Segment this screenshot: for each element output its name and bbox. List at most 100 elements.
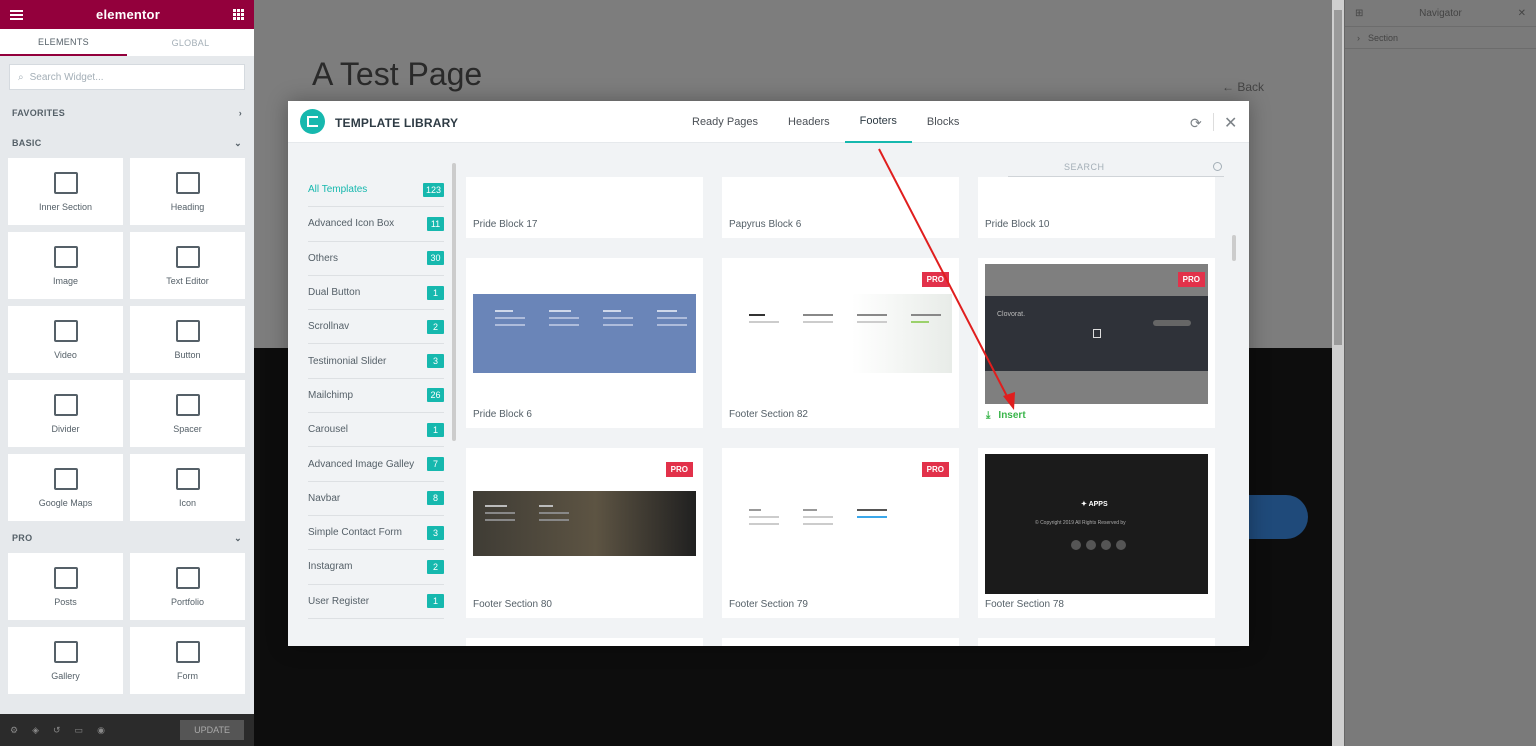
widget-heading[interactable]: Heading — [130, 158, 245, 225]
elementor-logo: elementor — [96, 7, 160, 22]
template-card[interactable] — [466, 638, 703, 646]
category-label: Advanced Image Galley — [308, 458, 415, 470]
button-icon — [175, 319, 200, 342]
widget-inner-section[interactable]: Inner Section — [8, 158, 123, 225]
widgets-grid-icon[interactable] — [233, 9, 244, 20]
category-testimonial-slider[interactable]: Testimonial Slider 3 — [308, 344, 444, 379]
category-others[interactable]: Others 30 — [308, 242, 444, 276]
widget-label: Icon — [178, 497, 196, 508]
modal-header: TEMPLATE LIBRARY Ready Pages Headers Foo… — [288, 101, 1249, 143]
category-simple-contact-form[interactable]: Simple Contact Form 3 — [308, 516, 444, 551]
navigator-item-section[interactable]: › Section — [1345, 27, 1536, 49]
widget-spacer[interactable]: Spacer — [130, 380, 245, 447]
settings-icon[interactable]: ⚙ — [10, 725, 18, 736]
category-basic-label: BASIC — [12, 138, 42, 148]
category-basic[interactable]: BASIC ⌄ — [0, 128, 254, 158]
category-advanced-icon-box[interactable]: Advanced Icon Box 11 — [308, 207, 444, 242]
hamburger-menu-icon[interactable] — [10, 9, 23, 20]
close-icon[interactable]: ✕ — [1518, 8, 1526, 19]
widget-label: Divider — [51, 423, 80, 434]
category-all-templates[interactable]: All Templates 123 — [308, 173, 444, 208]
category-scrollnav[interactable]: Scrollnav 2 — [308, 310, 444, 345]
basic-widgets-grid: Inner Section Heading Image Text Editor … — [0, 158, 254, 521]
template-card[interactable] — [978, 638, 1215, 646]
template-card[interactable]: Papyrus Block 6 — [722, 177, 959, 238]
preview-eye-icon[interactable]: ◉ — [97, 725, 105, 736]
template-thumbnail: ✦ APPS © Copyright 2019 All Rights Reser… — [985, 454, 1208, 594]
caret-right-icon: › — [1357, 32, 1360, 43]
widget-icon[interactable]: Icon — [130, 454, 245, 521]
expand-all-icon[interactable]: ⊞ — [1355, 8, 1363, 19]
template-thumbnail — [729, 294, 952, 373]
widget-video[interactable]: Video — [8, 306, 123, 373]
chevron-down-icon: ⌄ — [234, 532, 242, 543]
columns-icon — [53, 171, 78, 194]
refresh-icon[interactable]: ⟳ — [1190, 115, 1202, 132]
category-mailchimp[interactable]: Mailchimp 26 — [308, 379, 444, 414]
template-card[interactable]: PRO Footer Section 80 — [466, 448, 703, 618]
categories-scrollbar[interactable] — [452, 163, 456, 441]
template-card-title: Footer Section 78 — [985, 599, 1064, 610]
widget-divider[interactable]: Divider — [8, 380, 123, 447]
category-carousel[interactable]: Carousel 1 — [308, 413, 444, 448]
template-card[interactable]: PRO Footer Section 79 — [722, 448, 959, 618]
template-card[interactable]: Clovorat. PRO ⤓ Insert — [978, 258, 1215, 428]
category-label: All Templates — [308, 184, 368, 196]
template-card-title: Footer Section 80 — [473, 599, 552, 610]
form-icon — [175, 640, 200, 663]
category-instagram[interactable]: Instagram 2 — [308, 550, 444, 585]
template-card[interactable] — [722, 638, 959, 646]
panel-tabs: ELEMENTS GLOBAL — [0, 29, 254, 56]
category-label: User Register — [308, 595, 370, 607]
back-link[interactable]: ← Back — [1222, 80, 1264, 94]
category-user-register[interactable]: User Register 1 — [308, 585, 444, 619]
widget-label: Portfolio — [170, 596, 205, 607]
panel-footer: ⚙ ◈ ↺ ▭ ◉ UPDATE — [0, 714, 254, 746]
tab-ready-pages[interactable]: Ready Pages — [677, 101, 773, 143]
layers-icon[interactable]: ◈ — [32, 725, 39, 736]
insert-template-button[interactable]: ⤓ Insert — [986, 410, 1026, 421]
category-label: Instagram — [308, 561, 353, 573]
thumbnail-apps-text: APPS — [1088, 501, 1108, 508]
widget-form[interactable]: Form — [130, 627, 245, 694]
widget-portfolio[interactable]: Portfolio — [130, 553, 245, 620]
widget-text-editor[interactable]: Text Editor — [130, 232, 245, 299]
tab-blocks[interactable]: Blocks — [912, 101, 974, 143]
close-modal-icon[interactable]: ✕ — [1224, 113, 1237, 133]
template-card[interactable]: PRO Footer Section 82 — [722, 258, 959, 428]
category-dual-button[interactable]: Dual Button 1 — [308, 276, 444, 311]
canvas-scrollbar[interactable] — [1332, 0, 1344, 746]
responsive-icon[interactable]: ▭ — [75, 725, 84, 736]
category-pro[interactable]: PRO ⌄ — [0, 523, 254, 553]
widget-posts[interactable]: Posts — [8, 553, 123, 620]
category-favorites[interactable]: FAVORITES › — [0, 98, 254, 128]
widget-google-maps[interactable]: Google Maps — [8, 454, 123, 521]
tab-footers[interactable]: Footers — [844, 101, 912, 143]
history-icon[interactable]: ↺ — [53, 725, 61, 736]
category-count-badge: 3 — [427, 354, 444, 369]
tab-elements[interactable]: ELEMENTS — [0, 29, 127, 56]
text-editor-icon — [175, 245, 200, 268]
gallery-icon — [53, 640, 78, 663]
template-search-input[interactable]: SEARCH — [1008, 157, 1224, 177]
category-label: Others — [308, 252, 339, 264]
template-card[interactable]: Pride Block 17 — [466, 177, 703, 238]
tab-headers[interactable]: Headers — [773, 101, 845, 143]
tab-global[interactable]: GLOBAL — [127, 29, 254, 56]
templates-scrollbar[interactable] — [1232, 235, 1236, 261]
search-icon: ⌕ — [18, 71, 24, 83]
scrollbar-thumb[interactable] — [1334, 10, 1342, 345]
widget-image[interactable]: Image — [8, 232, 123, 299]
widget-search-input[interactable]: ⌕ Search Widget... — [9, 64, 245, 90]
template-card-title: Papyrus Block 6 — [729, 219, 802, 230]
panel-header: elementor — [0, 0, 254, 29]
category-advanced-image-galley[interactable]: Advanced Image Galley 7 — [308, 447, 444, 482]
star-icon — [175, 467, 200, 490]
category-navbar[interactable]: Navbar 8 — [308, 482, 444, 516]
widget-gallery[interactable]: Gallery — [8, 627, 123, 694]
update-button[interactable]: UPDATE — [180, 720, 244, 740]
template-card[interactable]: ✦ APPS © Copyright 2019 All Rights Reser… — [978, 448, 1215, 618]
template-card[interactable]: Pride Block 10 — [978, 177, 1215, 238]
widget-button[interactable]: Button — [130, 306, 245, 373]
template-card[interactable]: Pride Block 6 — [466, 258, 703, 428]
